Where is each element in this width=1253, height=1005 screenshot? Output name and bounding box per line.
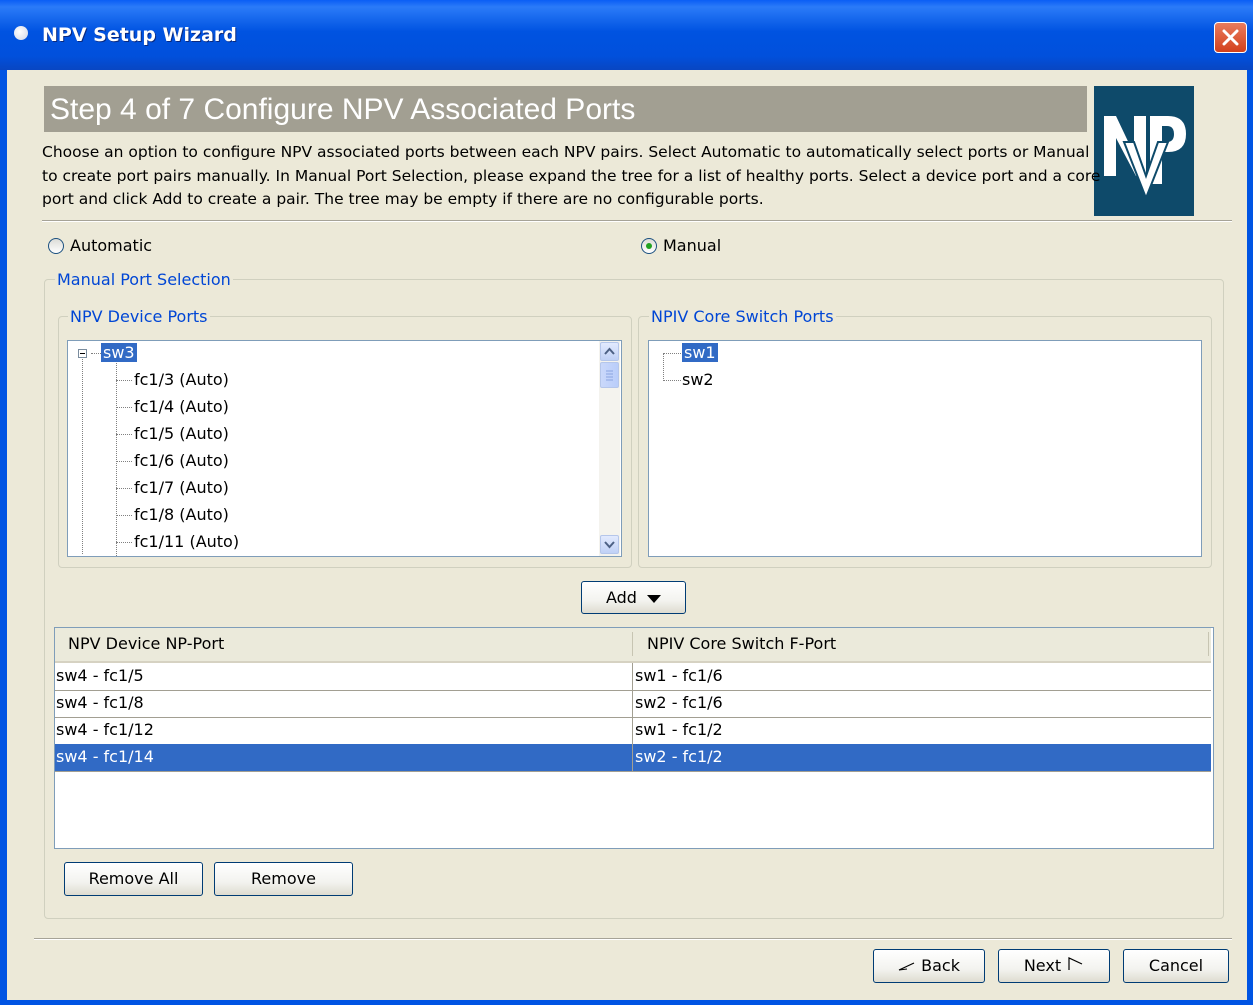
- remove-button[interactable]: Remove: [214, 862, 353, 896]
- back-arrow-icon: [898, 962, 915, 971]
- tree-root-sw3[interactable]: sw3: [101, 343, 137, 362]
- footer-divider: [34, 938, 1232, 940]
- tree-item-sw2[interactable]: sw2: [682, 370, 714, 389]
- manual-label: Manual: [663, 236, 722, 255]
- npv-logo: [1094, 86, 1194, 216]
- radio-circle-checked[interactable]: [641, 237, 657, 254]
- step-header: Step 4 of 7 Configure NPV Associated Por…: [44, 86, 1087, 132]
- tree-item-port[interactable]: fc1/4 (Auto): [134, 397, 229, 416]
- manual-port-selection-label: Manual Port Selection: [55, 270, 233, 289]
- cell-np-port: sw4 - fc1/14: [56, 747, 154, 766]
- title-bar[interactable]: NPV Setup Wizard: [0, 0, 1253, 70]
- step-description: Choose an option to configure NPV associ…: [42, 143, 1101, 208]
- remove-all-button[interactable]: Remove All: [64, 862, 203, 896]
- tree-item-sw1[interactable]: sw1: [681, 342, 719, 363]
- chevron-up-icon: [604, 347, 615, 355]
- tree-item-port[interactable]: fc1/8 (Auto): [134, 505, 229, 524]
- add-button[interactable]: Add: [581, 581, 686, 614]
- table-row[interactable]: sw4 - fc1/5 sw1 - fc1/6: [55, 663, 1211, 691]
- step-title: Step 4 of 7 Configure NPV Associated Por…: [50, 93, 636, 126]
- scroll-thumb[interactable]: [600, 362, 619, 388]
- cell-np-port: sw4 - fc1/12: [56, 720, 154, 739]
- core-ports-label: NPIV Core Switch Ports: [649, 307, 836, 326]
- collapse-icon[interactable]: [78, 349, 87, 358]
- cell-f-port: sw1 - fc1/2: [635, 720, 723, 739]
- cell-f-port: sw2 - fc1/6: [635, 693, 723, 712]
- cell-f-port: sw1 - fc1/6: [635, 666, 723, 685]
- device-ports-label: NPV Device Ports: [68, 307, 210, 326]
- grip-icon: [606, 370, 613, 381]
- close-icon: [1222, 29, 1239, 46]
- automatic-radio[interactable]: Automatic: [48, 236, 152, 255]
- table-row[interactable]: sw4 - fc1/8 sw2 - fc1/6: [55, 690, 1211, 718]
- next-button[interactable]: Next: [998, 949, 1110, 983]
- cell-f-port: sw2 - fc1/2: [635, 747, 723, 766]
- tree-item-port[interactable]: fc1/3 (Auto): [134, 370, 229, 389]
- table-row[interactable]: sw4 - fc1/12 sw1 - fc1/2: [55, 717, 1211, 745]
- column-header-f-port[interactable]: NPIV Core Switch F-Port: [647, 634, 836, 653]
- caret-down-icon: [647, 595, 662, 603]
- header-divider: [42, 220, 1232, 222]
- cell-np-port: sw4 - fc1/8: [56, 693, 144, 712]
- scroll-up-button[interactable]: [600, 342, 619, 361]
- cancel-button[interactable]: Cancel: [1123, 949, 1229, 983]
- column-header-np-port[interactable]: NPV Device NP-Port: [68, 634, 224, 653]
- tree-item-port[interactable]: fc1/11 (Auto): [134, 532, 239, 551]
- wizard-window: NPV Setup Wizard Step 4 of 7 Configure N…: [0, 0, 1253, 1005]
- device-ports-tree[interactable]: sw3 fc1/3 (Auto) fc1/4 (Auto) fc1/5 (Aut…: [67, 340, 622, 557]
- close-button[interactable]: [1214, 22, 1247, 53]
- table-header: NPV Device NP-Port NPIV Core Switch F-Po…: [55, 628, 1211, 663]
- core-ports-tree[interactable]: sw1 sw2: [648, 340, 1202, 557]
- tree-item-port[interactable]: fc1/6 (Auto): [134, 451, 229, 470]
- radio-circle[interactable]: [48, 237, 64, 254]
- window-title: NPV Setup Wizard: [42, 24, 237, 46]
- table-row-selected[interactable]: sw4 - fc1/14 sw2 - fc1/2: [55, 744, 1211, 772]
- vertical-scrollbar[interactable]: [599, 341, 620, 556]
- cell-np-port: sw4 - fc1/5: [56, 666, 144, 685]
- wizard-content: Step 4 of 7 Configure NPV Associated Por…: [7, 70, 1247, 1000]
- back-button[interactable]: Back: [873, 949, 985, 983]
- window-icon: [14, 26, 28, 40]
- next-flag-icon: [1068, 957, 1083, 970]
- tree-item-port[interactable]: fc1/5 (Auto): [134, 424, 229, 443]
- manual-radio[interactable]: Manual: [641, 236, 721, 255]
- port-pairs-table[interactable]: NPV Device NP-Port NPIV Core Switch F-Po…: [54, 627, 1214, 849]
- scroll-down-button[interactable]: [600, 535, 619, 554]
- tree-item-port[interactable]: fc1/7 (Auto): [134, 478, 229, 497]
- chevron-down-icon: [604, 541, 615, 549]
- automatic-label: Automatic: [70, 236, 153, 255]
